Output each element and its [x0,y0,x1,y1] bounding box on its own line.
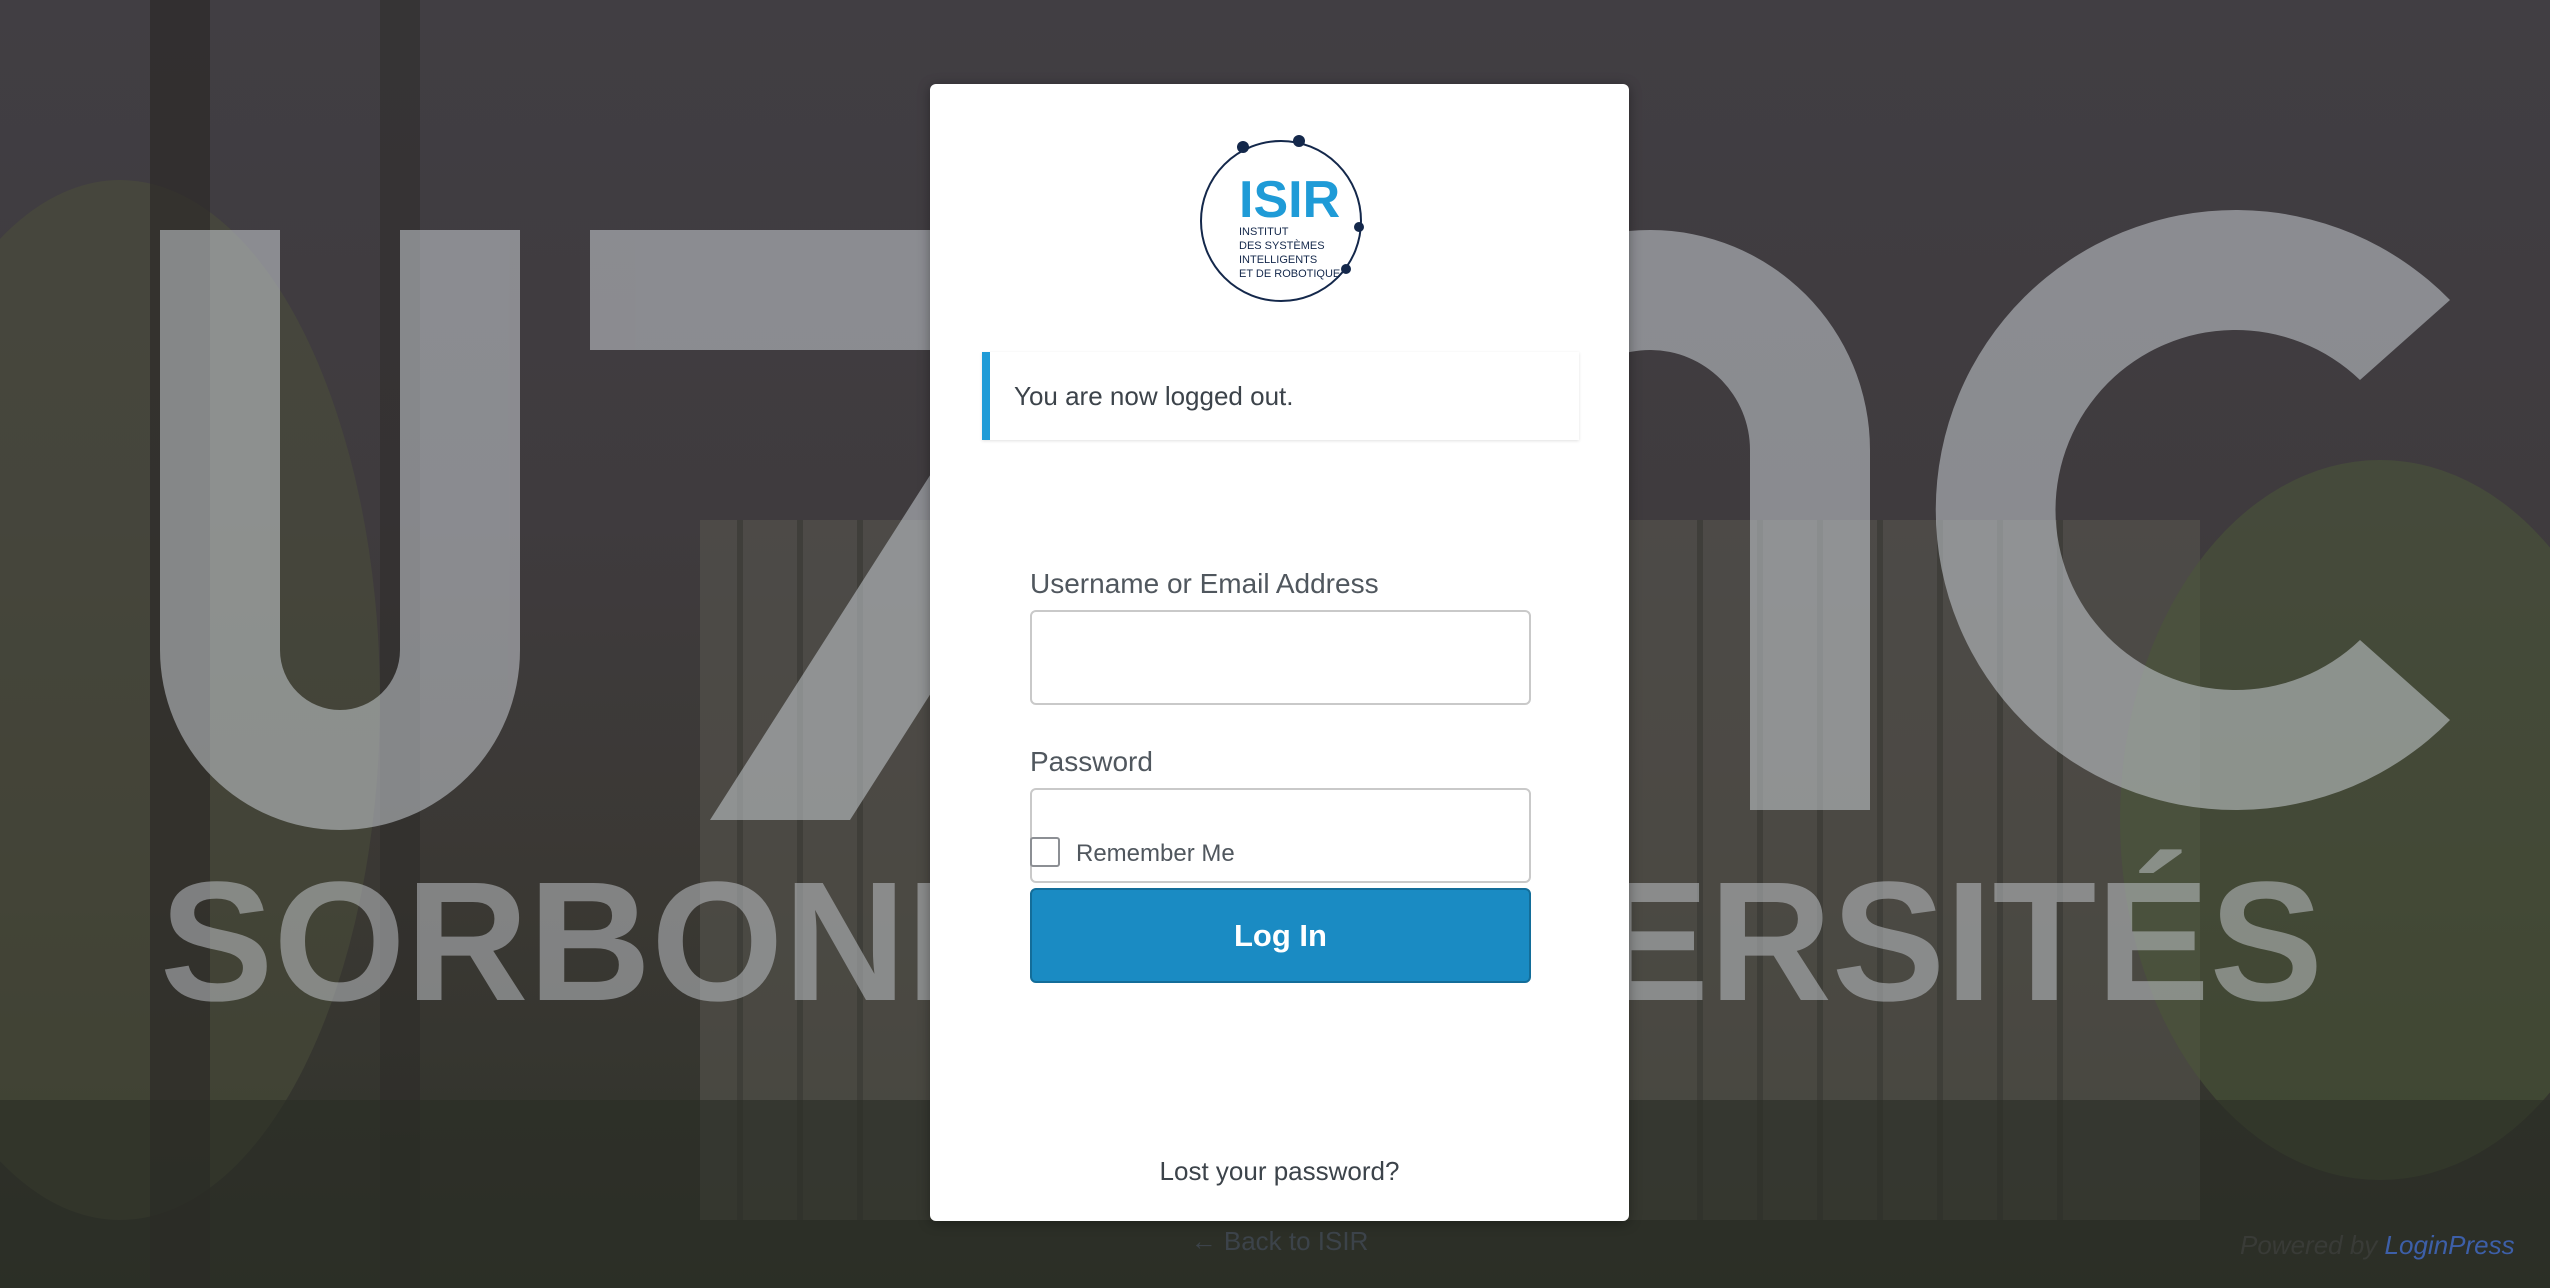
isir-logo-graphic: ISIR INSTITUT DES SYSTÈMES INTELLIGENTS … [1200,135,1364,302]
logout-notice-text: You are now logged out. [1014,380,1294,411]
login-button[interactable]: Log In [1030,888,1531,983]
username-input[interactable] [1030,610,1531,705]
logo-line-4: ET DE ROBOTIQUE [1239,268,1340,280]
logout-notice: You are now logged out. [982,352,1579,440]
logo-line-1: INSTITUT [1239,226,1289,238]
login-card: ISIR INSTITUT DES SYSTÈMES INTELLIGENTS … [930,84,1629,1256]
footer-prefix: Powered by [2240,1230,2378,1260]
loginpress-link[interactable]: LoginPress [2385,1230,2515,1260]
footer-credit: Powered by LoginPress [2240,1230,2515,1261]
isir-wordmark: ISIR [1239,171,1340,229]
remember-me-label[interactable]: Remember Me [1076,840,1235,868]
remember-me-row[interactable]: Remember Me [1030,836,1235,868]
password-label: Password [1030,746,1153,777]
isir-logo[interactable]: ISIR INSTITUT DES SYSTÈMES INTELLIGENTS … [1191,129,1371,309]
lost-password-link[interactable]: Lost your password? [930,1156,1629,1187]
logo-line-2: DES SYSTÈMES [1239,239,1325,252]
back-to-site-link[interactable]: ← Back to ISIR [930,1226,1629,1257]
username-label: Username or Email Address [1030,568,1379,599]
remember-me-checkbox[interactable] [1030,837,1060,867]
logo-line-3: INTELLIGENTS [1239,254,1317,266]
